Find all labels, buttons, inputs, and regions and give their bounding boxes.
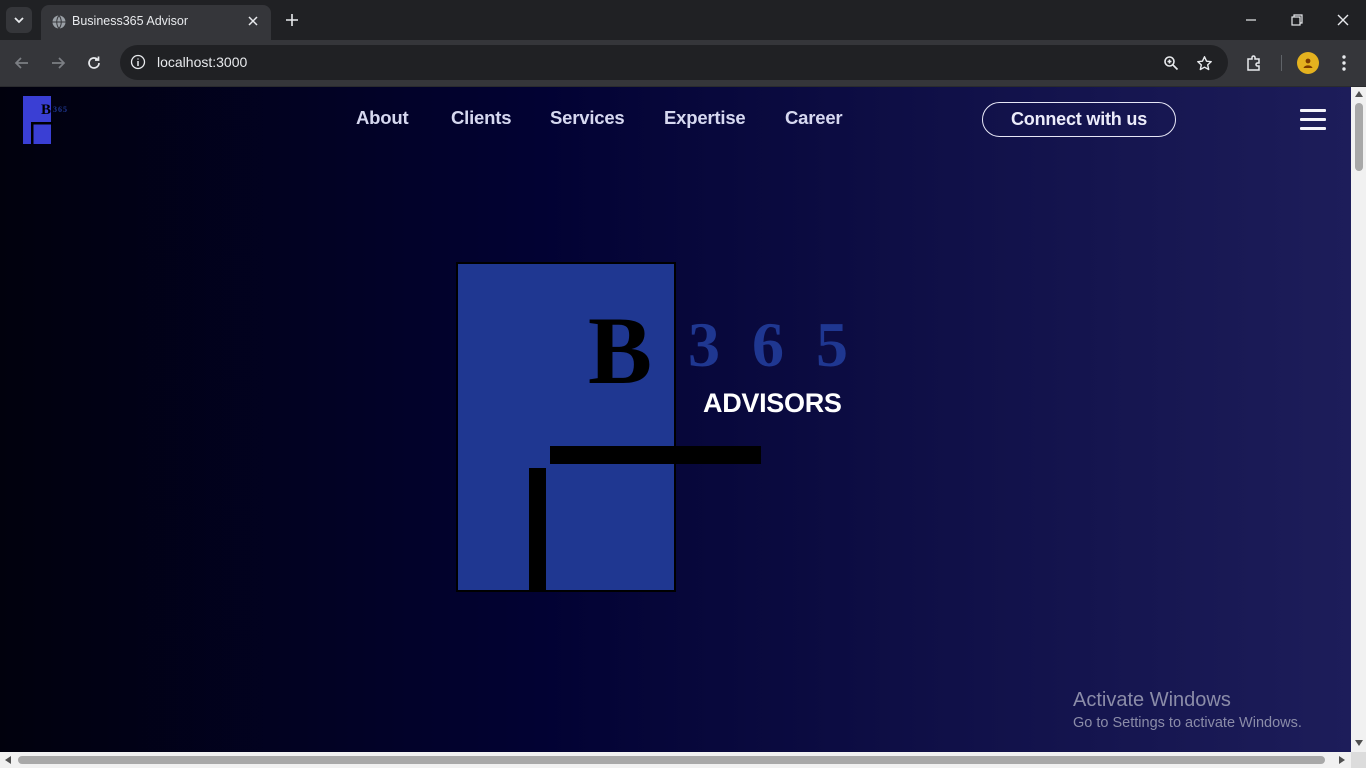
hamburger-menu-button[interactable]	[1300, 109, 1326, 131]
nav-link-about[interactable]: About	[356, 107, 409, 129]
nav-link-career[interactable]: Career	[785, 107, 843, 129]
minimize-button[interactable]	[1236, 6, 1266, 34]
forward-arrow-icon	[52, 57, 66, 69]
tab-search-button[interactable]	[6, 7, 32, 33]
nav-link-clients[interactable]: Clients	[451, 107, 511, 129]
logo-horizontal-bar	[550, 446, 761, 464]
watermark-title: Activate Windows	[1073, 689, 1231, 711]
profile-avatar[interactable]	[1297, 52, 1319, 74]
address-bar[interactable]: localhost:3000	[120, 45, 1228, 80]
scroll-left-arrow[interactable]	[5, 756, 11, 764]
star-icon	[1196, 55, 1212, 70]
site-info-icon	[130, 54, 146, 70]
horizontal-scroll-thumb[interactable]	[18, 756, 1325, 764]
extensions-button[interactable]	[1243, 52, 1265, 74]
close-icon	[1337, 14, 1349, 26]
vertical-scrollbar[interactable]	[1351, 87, 1366, 752]
window-close-button[interactable]	[1328, 6, 1358, 34]
toolbar-divider	[1281, 55, 1282, 71]
globe-icon	[52, 15, 66, 29]
tab-strip: Business365 Advisor	[0, 0, 1366, 40]
hero-logo: B 3 6 5	[456, 262, 846, 592]
hamburger-line	[1300, 127, 1326, 130]
back-arrow-icon	[14, 57, 28, 69]
vertical-scroll-thumb[interactable]	[1355, 103, 1363, 171]
new-tab-button[interactable]	[283, 8, 301, 32]
horizontal-scrollbar[interactable]	[0, 752, 1351, 768]
restore-icon	[1291, 14, 1303, 26]
windows-activation-watermark: Activate Windows Go to Settings to activ…	[1073, 687, 1302, 733]
tab-close-button[interactable]	[244, 12, 262, 30]
browser-tab-active[interactable]: Business365 Advisor	[41, 5, 271, 40]
site-info-button[interactable]	[128, 52, 148, 72]
close-icon	[248, 16, 258, 26]
plus-icon	[286, 14, 298, 26]
nav-link-expertise[interactable]: Expertise	[664, 107, 746, 129]
extensions-icon	[1247, 55, 1260, 71]
logo-vertical-bar	[529, 468, 546, 592]
chevron-down-icon	[14, 17, 24, 24]
reload-button[interactable]	[83, 52, 105, 74]
logo-digits: 3 6 5	[688, 309, 846, 380]
minimize-icon	[1246, 19, 1256, 21]
browser-menu-button[interactable]	[1333, 52, 1355, 74]
watermark-subtitle: Go to Settings to activate Windows.	[1073, 715, 1302, 731]
scroll-right-arrow[interactable]	[1339, 756, 1345, 764]
menu-kebab-icon	[1342, 55, 1346, 71]
hamburger-line	[1300, 118, 1326, 121]
scroll-up-arrow[interactable]	[1355, 91, 1363, 97]
hamburger-icon	[1300, 109, 1326, 112]
scroll-down-arrow[interactable]	[1355, 740, 1363, 746]
zoom-icon	[1164, 56, 1179, 71]
forward-button[interactable]	[47, 52, 69, 74]
tab-title: Business365 Advisor	[72, 14, 189, 28]
restore-button[interactable]	[1282, 6, 1312, 34]
scrollbar-corner	[1351, 752, 1366, 768]
nav-link-services[interactable]: Services	[550, 107, 625, 129]
connect-with-us-button[interactable]: Connect with us	[982, 102, 1176, 137]
back-button[interactable]	[11, 52, 33, 74]
logo-tagline: ADVISORS	[703, 388, 842, 418]
bookmark-button[interactable]	[1193, 52, 1215, 74]
reload-icon	[88, 56, 100, 69]
profile-icon	[1303, 58, 1313, 68]
browser-toolbar: localhost:3000	[0, 40, 1366, 87]
url-text[interactable]: localhost:3000	[157, 54, 247, 70]
logo-letter-b: B	[588, 297, 652, 404]
zoom-button[interactable]	[1160, 52, 1182, 74]
page-viewport: B 365 About Clients Services Expertise C…	[0, 87, 1351, 752]
